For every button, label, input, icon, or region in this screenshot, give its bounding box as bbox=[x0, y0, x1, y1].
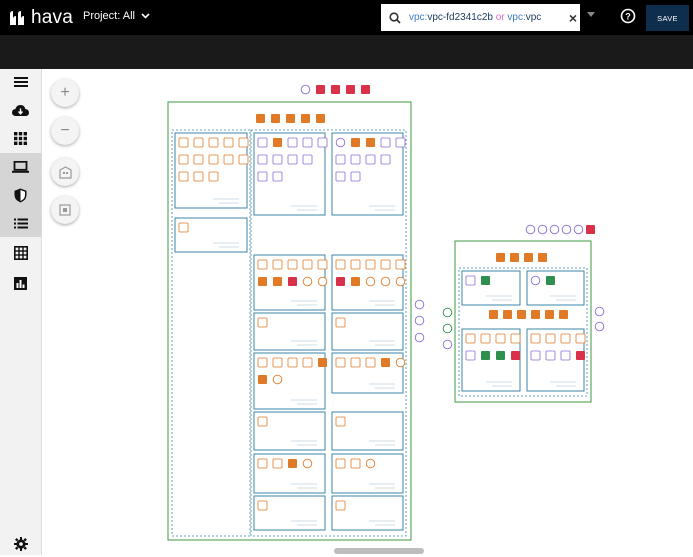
sidebar-item-reports[interactable] bbox=[0, 269, 41, 297]
gear-icon bbox=[13, 537, 28, 551]
list-icon bbox=[13, 218, 28, 228]
sidebar-item-infrastructure[interactable] bbox=[0, 153, 41, 181]
query-value-1: vpc-fd2341c2b bbox=[427, 12, 493, 23]
fit-view-button[interactable] bbox=[51, 196, 79, 224]
bar-chart-icon bbox=[14, 276, 27, 290]
building-icon bbox=[58, 165, 72, 179]
search-icon bbox=[381, 11, 409, 24]
hava-logo[interactable]: hava bbox=[8, 7, 73, 29]
help-icon[interactable]: ? bbox=[620, 8, 636, 24]
sidebar-item-resources[interactable] bbox=[0, 239, 41, 267]
query-key-1: vpc: bbox=[409, 12, 428, 23]
zoom-out-button[interactable]: − bbox=[51, 117, 79, 145]
search-dropdown-icon[interactable] bbox=[587, 12, 595, 17]
query-value-2: vpc bbox=[525, 12, 542, 23]
save-button[interactable]: SAVE bbox=[646, 5, 689, 31]
project-selector[interactable]: Project: All bbox=[83, 10, 150, 22]
sub-toolbar bbox=[0, 35, 693, 69]
sidebar-item-settings[interactable] bbox=[0, 531, 41, 557]
horizontal-scrollbar[interactable] bbox=[334, 548, 424, 554]
diagram-canvas[interactable] bbox=[42, 69, 693, 555]
svg-text:?: ? bbox=[625, 12, 631, 22]
sidebar-item-list[interactable] bbox=[0, 209, 41, 237]
sidebar-item-security[interactable] bbox=[0, 181, 41, 209]
search-box[interactable]: vpc:vpc-fd2341c2b or vpc:vpc × bbox=[381, 4, 580, 31]
sidebar bbox=[0, 69, 42, 555]
menu-icon bbox=[13, 77, 28, 87]
query-key-2: vpc: bbox=[507, 12, 526, 23]
clear-search-icon[interactable]: × bbox=[566, 10, 580, 26]
search-query[interactable]: vpc:vpc-fd2341c2b or vpc:vpc bbox=[409, 12, 566, 23]
top-bar: hava Project: All vpc:vpc-fd2341c2b or v… bbox=[0, 0, 693, 35]
hava-logo-icon bbox=[10, 11, 24, 25]
logo-text: hava bbox=[31, 7, 74, 28]
square-icon bbox=[59, 204, 71, 216]
sidebar-item-environments[interactable] bbox=[0, 125, 41, 151]
cloud-download-icon bbox=[12, 104, 29, 116]
grid-icon bbox=[14, 131, 27, 145]
zoom-in-button[interactable]: + bbox=[51, 79, 79, 107]
chevron-down-icon bbox=[141, 13, 150, 19]
sidebar-item-menu[interactable] bbox=[0, 69, 41, 95]
view-mode-button[interactable] bbox=[51, 158, 79, 186]
table-icon bbox=[13, 246, 28, 260]
laptop-icon bbox=[12, 161, 29, 173]
query-operator: or bbox=[492, 12, 508, 23]
project-selector-label: Project: All bbox=[83, 10, 135, 22]
sidebar-item-import[interactable] bbox=[0, 97, 41, 123]
shield-icon bbox=[14, 188, 27, 202]
